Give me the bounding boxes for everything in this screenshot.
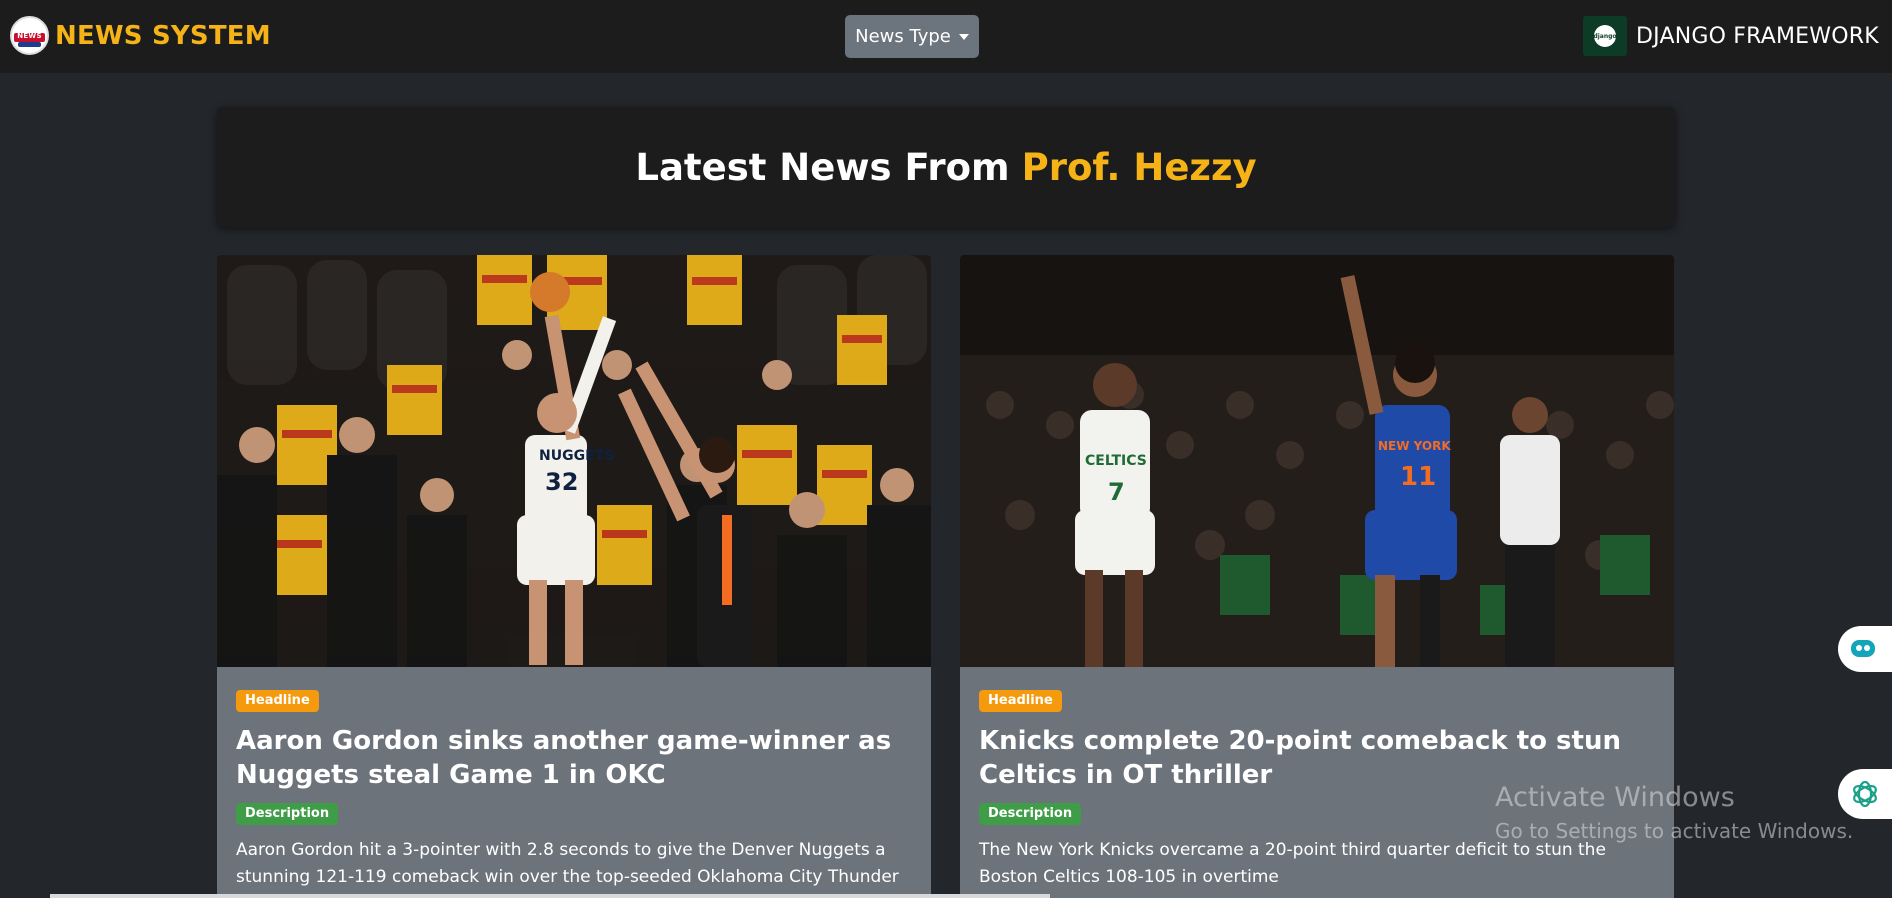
- celtics-jersey-number: 7: [1108, 478, 1125, 506]
- nuggets-jersey-number: 32: [545, 468, 578, 496]
- openai-icon: [1853, 780, 1877, 808]
- headline-badge: Headline: [236, 690, 319, 712]
- news-description: The New York Knicks overcame a 20-point …: [979, 840, 1606, 887]
- django-logo-text: django: [1593, 32, 1617, 40]
- caret-down-icon: [958, 33, 969, 40]
- framework-link[interactable]: django DJANGO FRAMEWORK: [1583, 16, 1879, 56]
- horizontal-scrollbar[interactable]: [50, 894, 1050, 898]
- news-description: Aaron Gordon hit a 3-pointer with 2.8 se…: [236, 840, 899, 898]
- framework-label[interactable]: DJANGO FRAMEWORK: [1636, 24, 1879, 49]
- news-title[interactable]: Knicks complete 20-point comeback to stu…: [979, 724, 1655, 792]
- brand-title[interactable]: NEWS SYSTEM: [55, 21, 271, 51]
- news-image-knicks: CELTICS 7 NEW YORK 11: [960, 255, 1674, 667]
- hero-banner: Latest News From Prof. Hezzy: [217, 107, 1675, 227]
- django-logo-icon: django: [1583, 16, 1627, 56]
- knicks-jersey-number: 11: [1400, 462, 1436, 492]
- news-image-nuggets: NUGGETS 32: [217, 255, 931, 667]
- description-badge: Description: [979, 803, 1082, 825]
- hero-author: Prof. Hezzy: [1021, 145, 1257, 189]
- hero-title: Latest News From: [635, 145, 1010, 189]
- news-title[interactable]: Aaron Gordon sinks another game-winner a…: [236, 724, 912, 792]
- nuggets-jersey-text: NUGGETS: [539, 448, 614, 464]
- navbar: NEWS NEWS SYSTEM News Type django DJANGO…: [0, 0, 1892, 73]
- brand-link[interactable]: NEWS NEWS SYSTEM: [10, 16, 271, 55]
- news-card[interactable]: NUGGETS 32 Headline Aaron Gordon sinks a…: [217, 255, 931, 898]
- headline-badge: Headline: [979, 690, 1062, 712]
- news-card[interactable]: CELTICS 7 NEW YORK 11 Headline Knicks co…: [960, 255, 1674, 898]
- celtics-jersey-text: CELTICS: [1085, 453, 1147, 469]
- news-type-dropdown-label: News Type: [855, 26, 951, 47]
- knicks-jersey-text: NEW YORK: [1378, 439, 1451, 453]
- description-badge: Description: [236, 803, 339, 825]
- news-logo-text: NEWS: [17, 31, 42, 40]
- news-type-dropdown[interactable]: News Type: [845, 15, 979, 58]
- chat-bot-widget[interactable]: [1838, 626, 1892, 672]
- news-logo-icon: NEWS: [10, 16, 49, 55]
- openai-widget[interactable]: [1838, 769, 1892, 819]
- chat-bot-icon: [1851, 640, 1875, 657]
